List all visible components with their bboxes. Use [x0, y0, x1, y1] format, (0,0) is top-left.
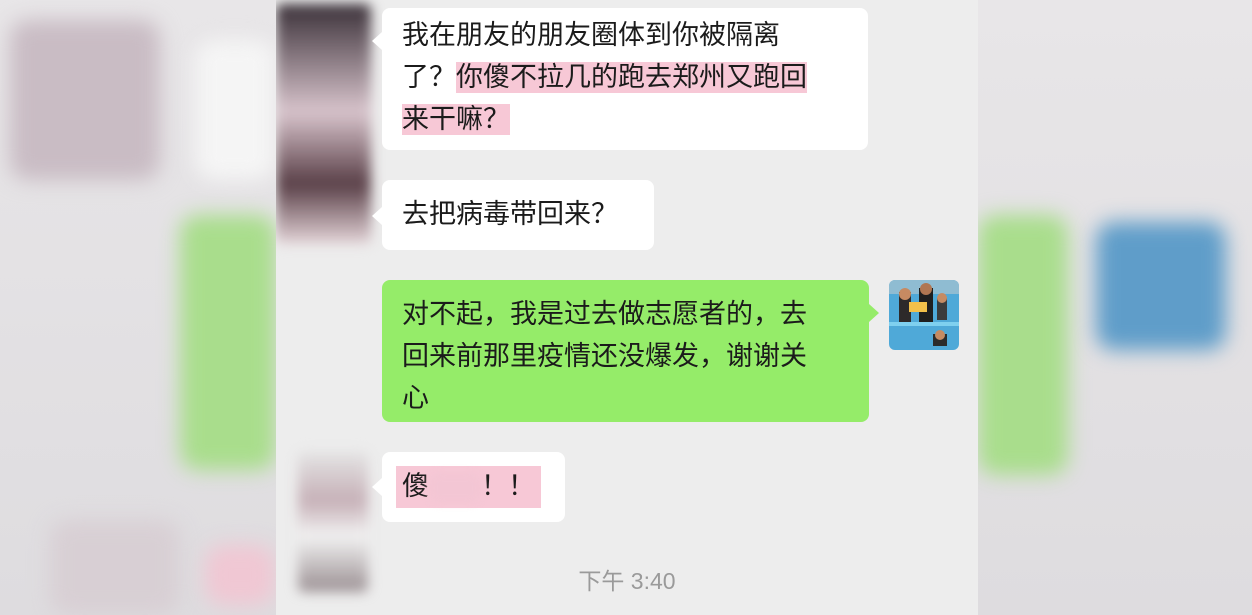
backdrop-blob [195, 40, 275, 180]
backdrop-blob [1096, 222, 1226, 350]
blurred-backdrop-left [0, 0, 276, 615]
censored-word [429, 472, 481, 503]
message-bubble-incoming[interactable]: 傻 ！！ [382, 452, 565, 522]
highlighted-text: 你傻不拉几的跑去郑州又跑回 [456, 62, 807, 93]
message-bubble-outgoing[interactable]: 对不起，我是过去做志愿者的，去 回来前那里疫情还没爆发，谢谢关 心 [382, 280, 869, 422]
bubble-tail [869, 304, 879, 322]
highlighted-text: 傻 ！！ [396, 466, 541, 508]
chat-window: 我在朋友的朋友圈体到你被隔离 了？你傻不拉几的跑去郑州又跑回 来干嘛？ 去把病毒… [276, 0, 978, 615]
message-line: 我在朋友的朋友圈体到你被隔离 [402, 15, 868, 57]
message-line: 回来前那里疫情还没爆发，谢谢关 [402, 341, 807, 372]
my-avatar-icon[interactable] [889, 280, 959, 350]
backdrop-blob [978, 215, 1068, 475]
message-text: ！！ [481, 471, 535, 502]
message-text: 了？ [402, 62, 456, 93]
message-line: 来干嘛？ [402, 99, 868, 141]
bubble-tail [372, 32, 382, 50]
avatar-photo [889, 280, 959, 350]
message-bubble-incoming[interactable]: 我在朋友的朋友圈体到你被隔离 了？你傻不拉几的跑去郑州又跑回 来干嘛？ [382, 8, 868, 150]
contact-avatar-icon[interactable] [276, 4, 371, 244]
bubble-tail [372, 207, 382, 225]
message-bubble-incoming[interactable]: 去把病毒带回来？ [382, 180, 654, 250]
blurred-backdrop-right [978, 0, 1252, 615]
highlighted-text: 来干嘛？ [402, 104, 510, 135]
backdrop-blob [10, 20, 160, 180]
message-text: 我在朋友的朋友圈体到你被隔离 [402, 20, 780, 51]
message-line: 了？你傻不拉几的跑去郑州又跑回 [402, 57, 868, 99]
bubble-tail [372, 478, 382, 496]
message-line: 心 [402, 383, 429, 414]
backdrop-blob [205, 545, 275, 605]
message-line: 对不起，我是过去做志愿者的，去 [402, 299, 807, 330]
backdrop-blob [180, 215, 276, 470]
message-text: 傻 [402, 471, 429, 502]
message-text: 去把病毒带回来？ [402, 199, 618, 230]
backdrop-blob [50, 520, 180, 615]
message-timestamp: 下午 3:40 [578, 568, 676, 594]
